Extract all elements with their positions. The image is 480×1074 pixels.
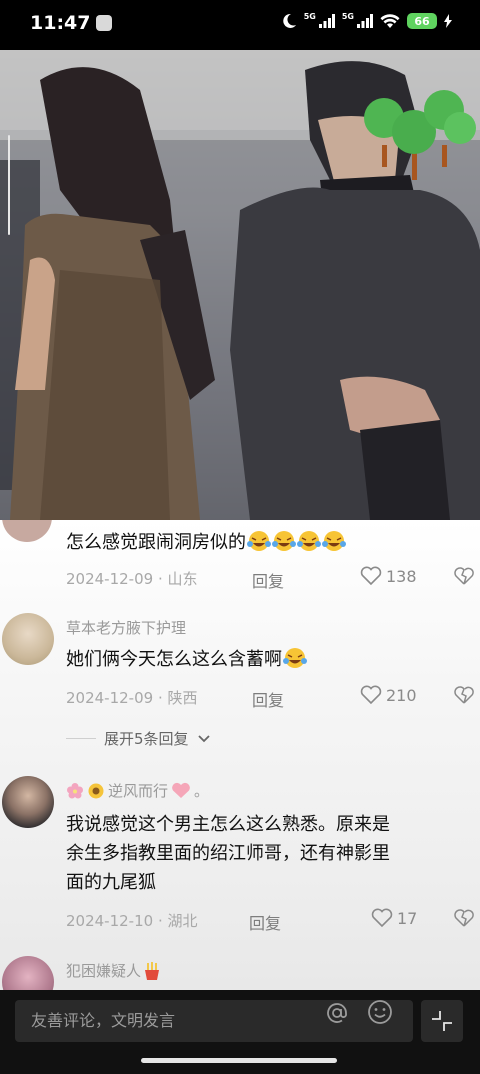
signal-icon bbox=[318, 14, 335, 28]
signal-icon bbox=[357, 14, 373, 28]
expand-replies-label: 展开5条回复 bbox=[104, 730, 189, 748]
comment-meta: 2024-12-09 · 陕西 bbox=[66, 689, 198, 707]
comment-input[interactable]: 友善评论，文明发言 bbox=[15, 1000, 413, 1042]
avatar[interactable] bbox=[2, 956, 54, 990]
avatar[interactable] bbox=[2, 613, 54, 665]
avatar[interactable] bbox=[2, 776, 54, 828]
comment-meta: 2024-12-10 · 湖北 bbox=[66, 912, 198, 930]
like-count: 138 bbox=[386, 566, 417, 586]
comment-username-row[interactable]: 逆风而行 。 bbox=[66, 780, 209, 801]
wifi-icon bbox=[380, 13, 400, 28]
comment-meta: 2024-12-09 · 山东 bbox=[66, 570, 198, 588]
like-button[interactable]: 17 bbox=[371, 908, 417, 928]
comment-text: 她们俩今天怎么这么含蓄啊 bbox=[66, 645, 466, 674]
avatar[interactable] bbox=[2, 520, 52, 542]
fries-icon bbox=[145, 961, 160, 980]
moon-icon bbox=[283, 13, 296, 28]
smile-icon[interactable] bbox=[367, 999, 393, 1025]
comment-text: 怎么感觉跟闹洞房似的 bbox=[66, 528, 466, 557]
comment-text-line: 面的九尾狐 bbox=[66, 872, 156, 893]
laughing-tears-emoji bbox=[247, 531, 271, 551]
collapse-button[interactable] bbox=[421, 1000, 463, 1042]
expand-replies-button[interactable]: 展开5条回复 bbox=[66, 728, 211, 749]
like-count: 17 bbox=[397, 908, 418, 928]
comment-text-line: 余生多指教里面的绍江师哥，还有神影里 bbox=[66, 843, 390, 864]
comment-text-line: 我说感觉这个男主怎么这么熟悉。原来是 bbox=[66, 814, 390, 835]
like-count: 210 bbox=[386, 685, 417, 705]
screen: 11:47 5G 5G 66 怎么感觉跟闹洞房似的 2024-12-09 · 山… bbox=[0, 0, 480, 1074]
battery-level: 66 bbox=[414, 14, 430, 28]
heart-outline-icon bbox=[360, 566, 382, 586]
video-frame bbox=[0, 50, 480, 520]
comment-username: 犯困嫌疑人 bbox=[66, 962, 142, 980]
laughing-tears-emoji bbox=[272, 531, 296, 551]
home-indicator[interactable] bbox=[141, 1058, 337, 1063]
battery-icon: 66 bbox=[407, 13, 437, 29]
comment-username-row[interactable]: 犯困嫌疑人 bbox=[66, 960, 160, 981]
username-suffix: 。 bbox=[194, 782, 210, 800]
video-player[interactable] bbox=[0, 50, 480, 520]
laughing-tears-emoji bbox=[297, 531, 321, 551]
like-button[interactable]: 210 bbox=[360, 685, 417, 705]
charging-icon bbox=[444, 14, 452, 28]
reply-button[interactable]: 回复 bbox=[249, 910, 281, 934]
status-icons: 5G 5G 66 bbox=[281, 11, 452, 29]
comment-username[interactable]: 草本老方腋下护理 bbox=[66, 617, 186, 638]
network-type-2: 5G bbox=[341, 11, 354, 21]
reply-button[interactable]: 回复 bbox=[252, 687, 284, 711]
collapse-icon bbox=[432, 1011, 452, 1031]
cherry-blossom-icon bbox=[67, 782, 83, 798]
laughing-tears-emoji bbox=[283, 648, 307, 668]
heart-outline-icon bbox=[371, 908, 393, 928]
video-scroll-indicator bbox=[8, 135, 10, 235]
comments-panel[interactable]: 怎么感觉跟闹洞房似的 2024-12-09 · 山东 回复 138 草本老方腋下… bbox=[0, 520, 480, 990]
sunflower-icon bbox=[88, 783, 104, 798]
comment-text: 我说感觉这个男主怎么这么熟悉。原来是 余生多指教里面的绍江师哥，还有神影里 面的… bbox=[66, 810, 466, 897]
chevron-down-icon bbox=[197, 734, 210, 742]
notification-app-icon bbox=[96, 15, 112, 31]
status-bar: 11:47 5G 5G 66 bbox=[0, 0, 480, 50]
reply-button[interactable]: 回复 bbox=[252, 568, 284, 592]
heart-icon bbox=[172, 782, 190, 798]
at-icon[interactable] bbox=[325, 1001, 349, 1025]
network-type-1: 5G bbox=[303, 11, 316, 21]
comment-username: 逆风而行 bbox=[108, 782, 169, 800]
dislike-button[interactable] bbox=[454, 909, 474, 928]
like-button[interactable]: 138 bbox=[360, 566, 417, 586]
dislike-button[interactable] bbox=[454, 686, 474, 705]
laughing-tears-emoji bbox=[322, 531, 346, 551]
status-time: 11:47 bbox=[30, 12, 91, 34]
heart-outline-icon bbox=[360, 685, 382, 705]
divider bbox=[66, 738, 96, 739]
dislike-button[interactable] bbox=[454, 567, 474, 586]
